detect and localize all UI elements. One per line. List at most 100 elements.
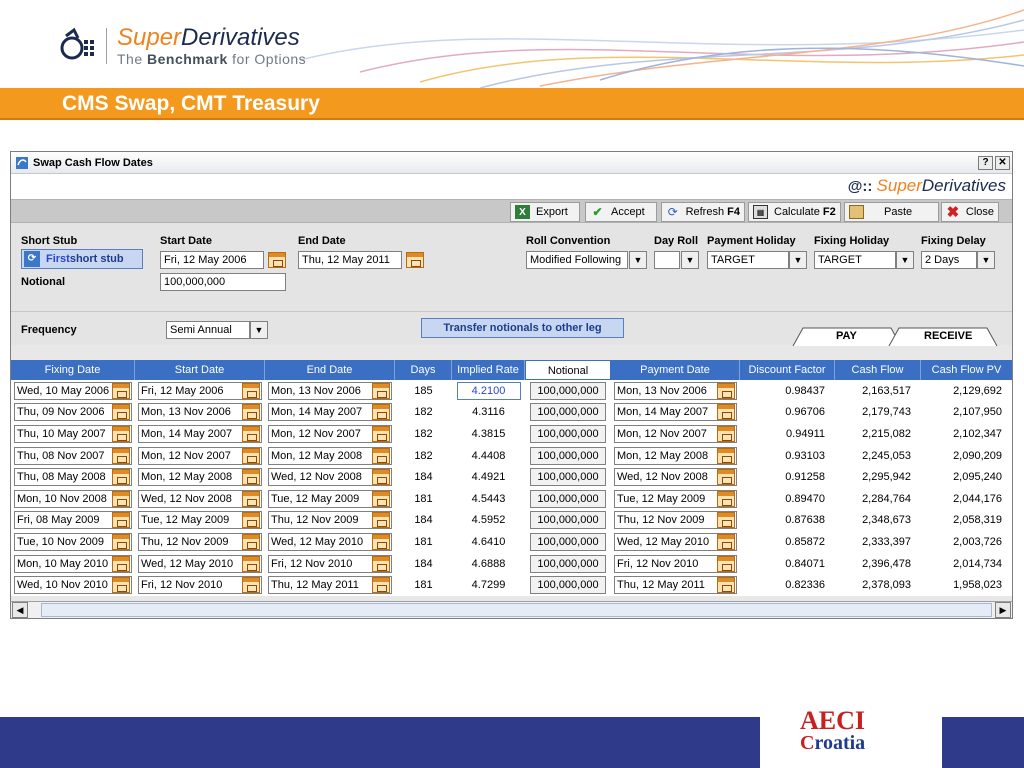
date-field[interactable]: Mon, 12 May 2008	[268, 446, 392, 465]
col-payment-date[interactable]: Payment Date	[611, 360, 740, 380]
transfer-notionals-button[interactable]: Transfer notionals to other leg	[421, 318, 624, 338]
implied-rate-input[interactable]: 4.2100	[456, 381, 521, 400]
notional-cell-input[interactable]: 100,000,000	[530, 403, 606, 422]
date-field[interactable]: Mon, 14 May 2007	[268, 403, 392, 422]
date-field[interactable]: Tue, 12 May 2009	[138, 511, 262, 530]
notional-cell-input[interactable]: 100,000,000	[530, 446, 606, 465]
date-field[interactable]: Fri, 12 Nov 2010	[138, 576, 262, 595]
date-field[interactable]: Mon, 14 May 2007	[138, 424, 262, 443]
col-discount-factor[interactable]: Discount Factor	[740, 360, 835, 380]
col-cash-flow[interactable]: Cash Flow	[835, 360, 921, 380]
calendar-icon[interactable]	[242, 533, 260, 550]
calendar-icon[interactable]	[112, 490, 130, 507]
calendar-icon[interactable]	[242, 555, 260, 572]
col-implied-rate[interactable]: Implied Rate	[452, 360, 525, 380]
calendar-icon[interactable]	[717, 447, 735, 464]
calendar-icon[interactable]	[242, 512, 260, 529]
start-date-field[interactable]: Fri, 12 May 2006	[160, 251, 264, 269]
payment-holiday-dropdown-icon[interactable]: ▼	[789, 251, 807, 269]
date-field[interactable]: Thu, 09 Nov 2006	[14, 403, 132, 422]
calendar-icon[interactable]	[112, 425, 130, 442]
calendar-icon[interactable]	[717, 577, 735, 594]
calendar-icon[interactable]	[717, 425, 735, 442]
col-notional[interactable]: Notional	[525, 360, 611, 380]
notional-cell-input[interactable]: 100,000,000	[530, 532, 606, 551]
date-field[interactable]: Wed, 12 May 2010	[138, 554, 262, 573]
date-field[interactable]: Mon, 13 Nov 2006	[614, 381, 737, 400]
calculate-button[interactable]: ▦ Calculate F2	[748, 202, 841, 222]
notional-cell-input[interactable]: 100,000,000	[530, 511, 606, 530]
window-close-button[interactable]: ✕	[995, 155, 1010, 170]
date-field[interactable]: Mon, 12 May 2008	[614, 446, 737, 465]
col-fixing-date[interactable]: Fixing Date	[11, 360, 135, 380]
calendar-icon[interactable]	[112, 404, 130, 421]
calendar-icon[interactable]	[242, 447, 260, 464]
date-field[interactable]: Tue, 12 May 2009	[268, 489, 392, 508]
frequency-select[interactable]: Semi Annual	[166, 321, 250, 339]
help-button[interactable]: ?	[978, 155, 993, 170]
date-field[interactable]: Mon, 10 May 2010	[14, 554, 132, 573]
notional-field[interactable]: 100,000,000	[160, 273, 286, 291]
date-field[interactable]: Thu, 10 May 2007	[14, 424, 132, 443]
calendar-icon[interactable]	[372, 555, 390, 572]
date-field[interactable]: Tue, 12 May 2009	[614, 489, 737, 508]
fixing-holiday-select[interactable]: TARGET	[814, 251, 896, 269]
scroll-left-icon[interactable]: ◀	[12, 602, 28, 618]
calendar-icon[interactable]	[372, 404, 390, 421]
date-field[interactable]: Fri, 12 Nov 2010	[614, 554, 737, 573]
end-date-calendar-icon[interactable]	[406, 252, 424, 268]
calendar-icon[interactable]	[112, 512, 130, 529]
col-days[interactable]: Days	[395, 360, 452, 380]
scrollbar-thumb[interactable]	[41, 603, 992, 617]
calendar-icon[interactable]	[372, 469, 390, 486]
date-field[interactable]: Mon, 13 Nov 2006	[268, 381, 392, 400]
notional-cell-input[interactable]: 100,000,000	[530, 468, 606, 487]
calendar-icon[interactable]	[717, 382, 735, 399]
end-date-field[interactable]: Thu, 12 May 2011	[298, 251, 402, 269]
calendar-icon[interactable]	[242, 425, 260, 442]
date-field[interactable]: Thu, 12 Nov 2009	[138, 532, 262, 551]
roll-convention-dropdown-icon[interactable]: ▼	[629, 251, 647, 269]
calendar-icon[interactable]	[717, 469, 735, 486]
calendar-icon[interactable]	[112, 577, 130, 594]
calendar-icon[interactable]	[372, 447, 390, 464]
date-field[interactable]: Thu, 12 Nov 2009	[614, 511, 737, 530]
date-field[interactable]: Thu, 12 May 2011	[614, 576, 737, 595]
start-date-calendar-icon[interactable]	[268, 252, 286, 268]
calendar-icon[interactable]	[112, 533, 130, 550]
col-end-date[interactable]: End Date	[265, 360, 395, 380]
paste-button[interactable]: Paste	[844, 202, 939, 222]
calendar-icon[interactable]	[242, 490, 260, 507]
frequency-dropdown-icon[interactable]: ▼	[250, 321, 268, 339]
date-field[interactable]: Fri, 08 May 2009	[14, 511, 132, 530]
calendar-icon[interactable]	[717, 512, 735, 529]
date-field[interactable]: Thu, 08 May 2008	[14, 468, 132, 487]
calendar-icon[interactable]	[372, 490, 390, 507]
close-button[interactable]: ✖ Close	[941, 202, 999, 222]
date-field[interactable]: Wed, 12 Nov 2008	[268, 468, 392, 487]
date-field[interactable]: Wed, 10 Nov 2010	[14, 576, 132, 595]
date-field[interactable]: Mon, 13 Nov 2006	[138, 403, 262, 422]
date-field[interactable]: Thu, 12 Nov 2009	[268, 511, 392, 530]
date-field[interactable]: Thu, 08 Nov 2007	[14, 446, 132, 465]
col-start-date[interactable]: Start Date	[135, 360, 265, 380]
fixing-holiday-dropdown-icon[interactable]: ▼	[896, 251, 914, 269]
calendar-icon[interactable]	[242, 404, 260, 421]
date-field[interactable]: Mon, 12 May 2008	[138, 468, 262, 487]
calendar-icon[interactable]	[717, 555, 735, 572]
day-roll-select[interactable]	[654, 251, 680, 269]
tab-pay[interactable]: PAY	[836, 330, 857, 342]
day-roll-dropdown-icon[interactable]: ▼	[681, 251, 699, 269]
accept-button[interactable]: ✔ Accept	[585, 202, 657, 222]
date-field[interactable]: Mon, 12 Nov 2007	[614, 424, 737, 443]
roll-convention-select[interactable]: Modified Following	[526, 251, 628, 269]
calendar-icon[interactable]	[112, 382, 130, 399]
refresh-button[interactable]: ⟳ Refresh F4	[661, 202, 745, 222]
date-field[interactable]: Wed, 12 May 2010	[268, 532, 392, 551]
calendar-icon[interactable]	[372, 512, 390, 529]
date-field[interactable]: Wed, 12 Nov 2008	[138, 489, 262, 508]
col-cash-flow-pv[interactable]: Cash Flow PV	[921, 360, 1012, 380]
tab-receive[interactable]: RECEIVE	[924, 330, 972, 342]
calendar-icon[interactable]	[717, 404, 735, 421]
calendar-icon[interactable]	[372, 533, 390, 550]
